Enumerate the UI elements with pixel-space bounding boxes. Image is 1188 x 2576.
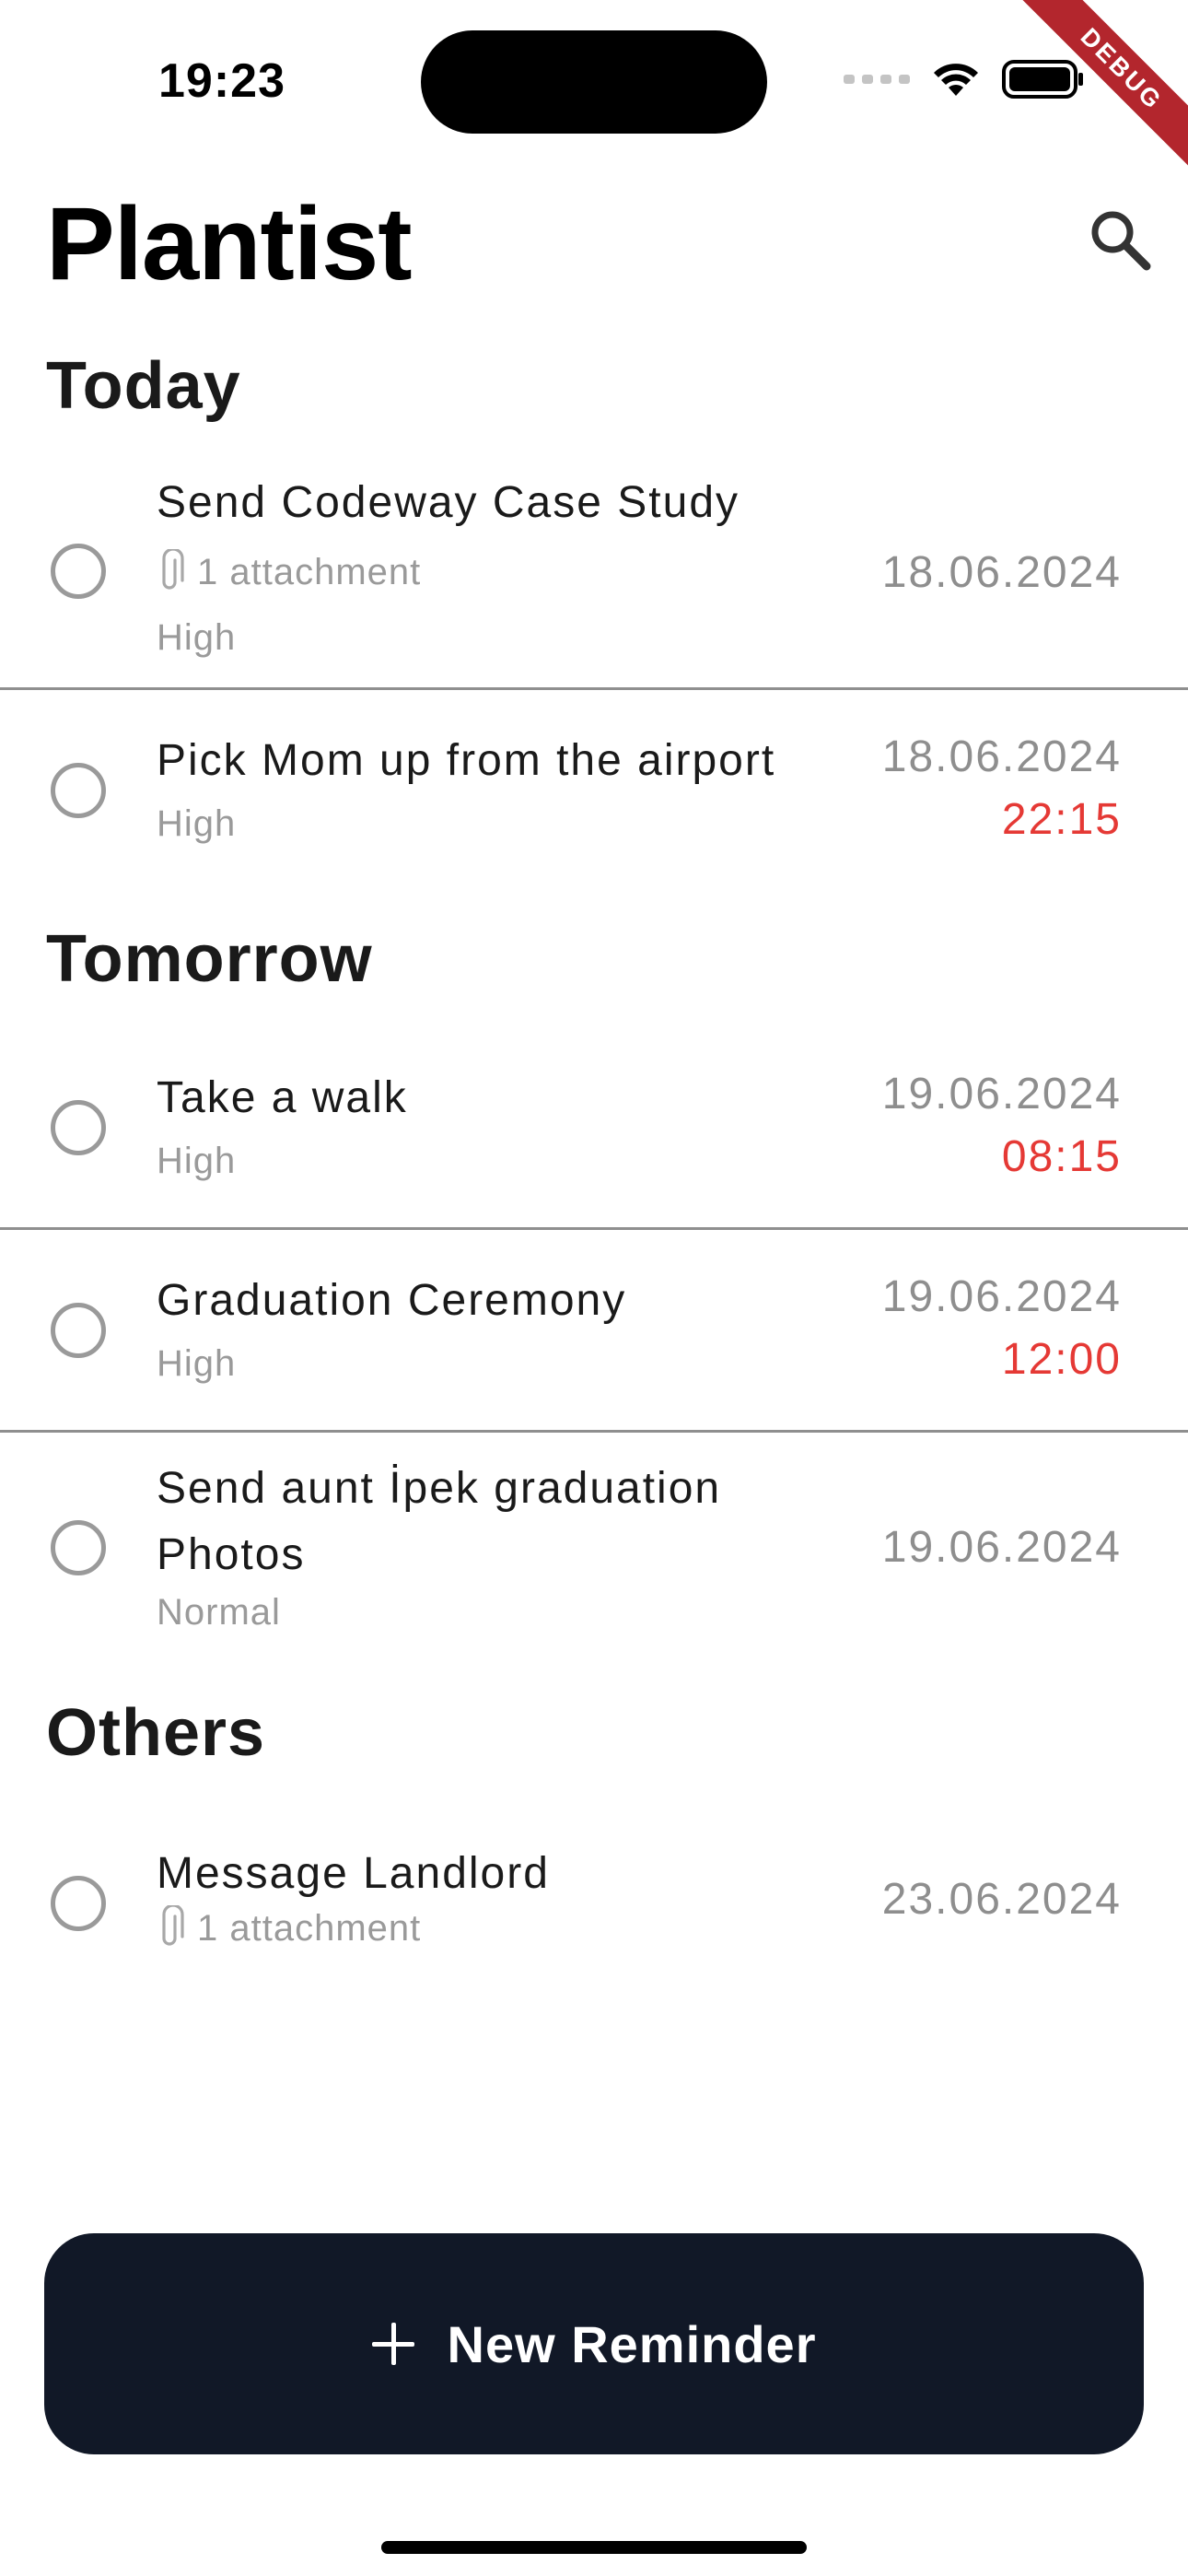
debug-banner: DEBUG bbox=[1004, 0, 1188, 184]
search-button[interactable] bbox=[1085, 205, 1155, 275]
item-priority: High bbox=[157, 1141, 237, 1181]
divider bbox=[0, 1227, 1188, 1230]
home-indicator[interactable] bbox=[381, 2541, 807, 2554]
list-item[interactable]: Send aunt İpek graduation Photos Normal … bbox=[0, 1456, 1188, 1640]
list-item[interactable]: Pick Mom up from the airport High 18.06.… bbox=[0, 728, 1188, 857]
item-date: 19.06.2024 bbox=[881, 1272, 1122, 1321]
complete-checkbox[interactable] bbox=[51, 1520, 106, 1575]
new-reminder-button[interactable]: New Reminder bbox=[44, 2233, 1144, 2454]
item-attachment: 1 attachment bbox=[157, 1905, 421, 1951]
page-title: Plantist bbox=[46, 186, 413, 301]
complete-checkbox[interactable] bbox=[51, 1876, 106, 1931]
item-title: Take a walk bbox=[157, 1073, 408, 1122]
item-time: 12:00 bbox=[1001, 1335, 1122, 1384]
item-date: 23.06.2024 bbox=[881, 1875, 1122, 1924]
cellular-signal-icon bbox=[844, 75, 910, 84]
complete-checkbox[interactable] bbox=[51, 544, 106, 599]
item-attachment: 1 attachment bbox=[157, 549, 421, 595]
attachment-label: 1 attachment bbox=[197, 1907, 422, 1949]
item-title: Message Landlord bbox=[157, 1849, 550, 1898]
item-priority: High bbox=[157, 617, 237, 658]
list-item[interactable]: Graduation Ceremony High 19.06.2024 12:0… bbox=[0, 1268, 1188, 1397]
search-icon bbox=[1091, 211, 1151, 271]
section-title-today: Today bbox=[46, 349, 241, 423]
item-priority: Normal bbox=[157, 1592, 281, 1633]
item-title: Send Codeway Case Study bbox=[157, 478, 740, 527]
paperclip-icon bbox=[162, 549, 184, 590]
wifi-icon bbox=[934, 64, 978, 96]
list-item[interactable]: Send Codeway Case Study 1 attachment Hig… bbox=[0, 470, 1188, 687]
item-title: Graduation Ceremony bbox=[157, 1276, 627, 1325]
divider bbox=[0, 687, 1188, 690]
item-time: 22:15 bbox=[1001, 795, 1122, 844]
status-time: 19:23 bbox=[158, 54, 285, 108]
complete-checkbox[interactable] bbox=[51, 1303, 106, 1358]
list-item[interactable]: Take a walk High 19.06.2024 08:15 bbox=[0, 1065, 1188, 1194]
paperclip-icon bbox=[162, 1905, 184, 1946]
item-title: Pick Mom up from the airport bbox=[157, 736, 776, 785]
item-title-line-2: Photos bbox=[157, 1530, 306, 1579]
dynamic-island bbox=[421, 30, 767, 134]
item-priority: High bbox=[157, 1343, 237, 1384]
complete-checkbox[interactable] bbox=[51, 1100, 106, 1155]
item-date: 19.06.2024 bbox=[881, 1070, 1122, 1118]
new-reminder-label: New Reminder bbox=[447, 2314, 817, 2373]
section-title-tomorrow: Tomorrow bbox=[46, 922, 373, 996]
item-date: 18.06.2024 bbox=[881, 732, 1122, 781]
item-date: 18.06.2024 bbox=[881, 548, 1122, 597]
attachment-label: 1 attachment bbox=[197, 551, 422, 592]
section-title-others: Others bbox=[46, 1696, 266, 1770]
divider bbox=[0, 1430, 1188, 1433]
item-date: 19.06.2024 bbox=[881, 1523, 1122, 1572]
list-item[interactable]: Message Landlord 1 attachment 23.06.2024 bbox=[0, 1841, 1188, 1970]
plus-icon bbox=[371, 2323, 414, 2365]
item-title-line-1: Send aunt İpek graduation bbox=[157, 1464, 722, 1513]
complete-checkbox[interactable] bbox=[51, 763, 106, 818]
debug-banner-label: DEBUG bbox=[1004, 0, 1188, 184]
item-time: 08:15 bbox=[1001, 1132, 1122, 1181]
item-priority: High bbox=[157, 803, 237, 844]
